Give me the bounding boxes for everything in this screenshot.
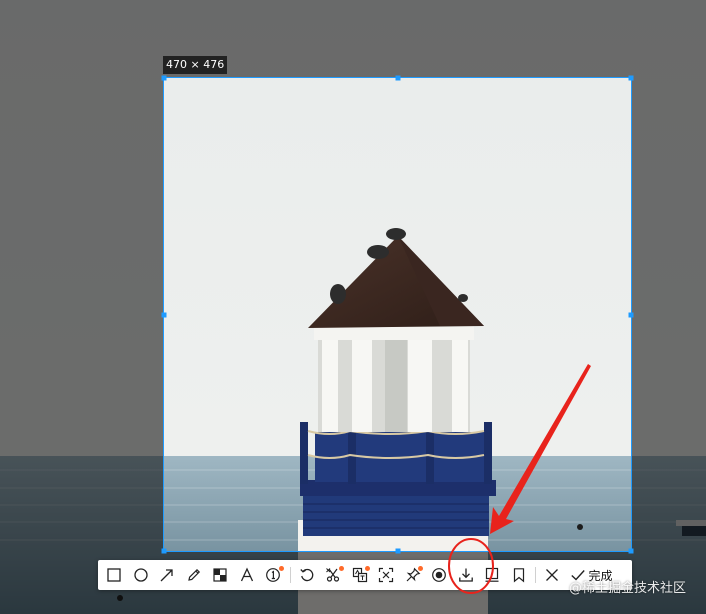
background-photo [0, 0, 706, 614]
download-button[interactable] [453, 560, 480, 590]
new-feature-dot [418, 566, 423, 571]
download-icon [458, 568, 473, 582]
new-feature-dot [365, 566, 370, 571]
long-screenshot-button[interactable] [479, 560, 506, 590]
record-icon [432, 568, 447, 582]
arrow-tool-button[interactable] [154, 560, 181, 590]
toolbar-divider [289, 567, 291, 583]
text-icon [240, 567, 253, 582]
record-button[interactable] [426, 560, 453, 590]
screenshot-toolbar: 完成 [98, 560, 632, 590]
pencil-icon [187, 568, 200, 581]
translate-button[interactable] [347, 560, 374, 590]
pin-button[interactable] [400, 560, 427, 590]
arrow-icon [160, 569, 173, 582]
bookmark-icon [513, 568, 524, 583]
toolbar-divider [535, 567, 536, 583]
number-marker-tool-button[interactable] [260, 560, 287, 590]
bookmark-button[interactable] [506, 560, 533, 590]
undo-button[interactable] [294, 560, 321, 590]
ellipse-icon [134, 568, 148, 582]
text-tool-button[interactable] [234, 560, 261, 590]
new-feature-dot [338, 566, 344, 571]
mosaic-icon [213, 568, 227, 582]
mosaic-tool-button[interactable] [207, 560, 234, 590]
ocr-scan-icon [379, 567, 394, 583]
new-feature-dot [278, 566, 284, 571]
rectangle-icon [107, 568, 121, 582]
cut-tool-button[interactable] [320, 560, 347, 590]
rectangle-tool-button[interactable] [101, 560, 128, 590]
long-screenshot-icon [485, 567, 499, 582]
cancel-button[interactable] [539, 560, 566, 590]
undo-icon [300, 568, 314, 582]
selection-size-label: 470 × 476 [163, 56, 228, 74]
ellipse-tool-button[interactable] [128, 560, 155, 590]
watermark-text: @稀土掘金技术社区 [568, 581, 686, 596]
pencil-tool-button[interactable] [181, 560, 208, 590]
ocr-button[interactable] [373, 560, 400, 590]
close-icon [546, 569, 559, 581]
